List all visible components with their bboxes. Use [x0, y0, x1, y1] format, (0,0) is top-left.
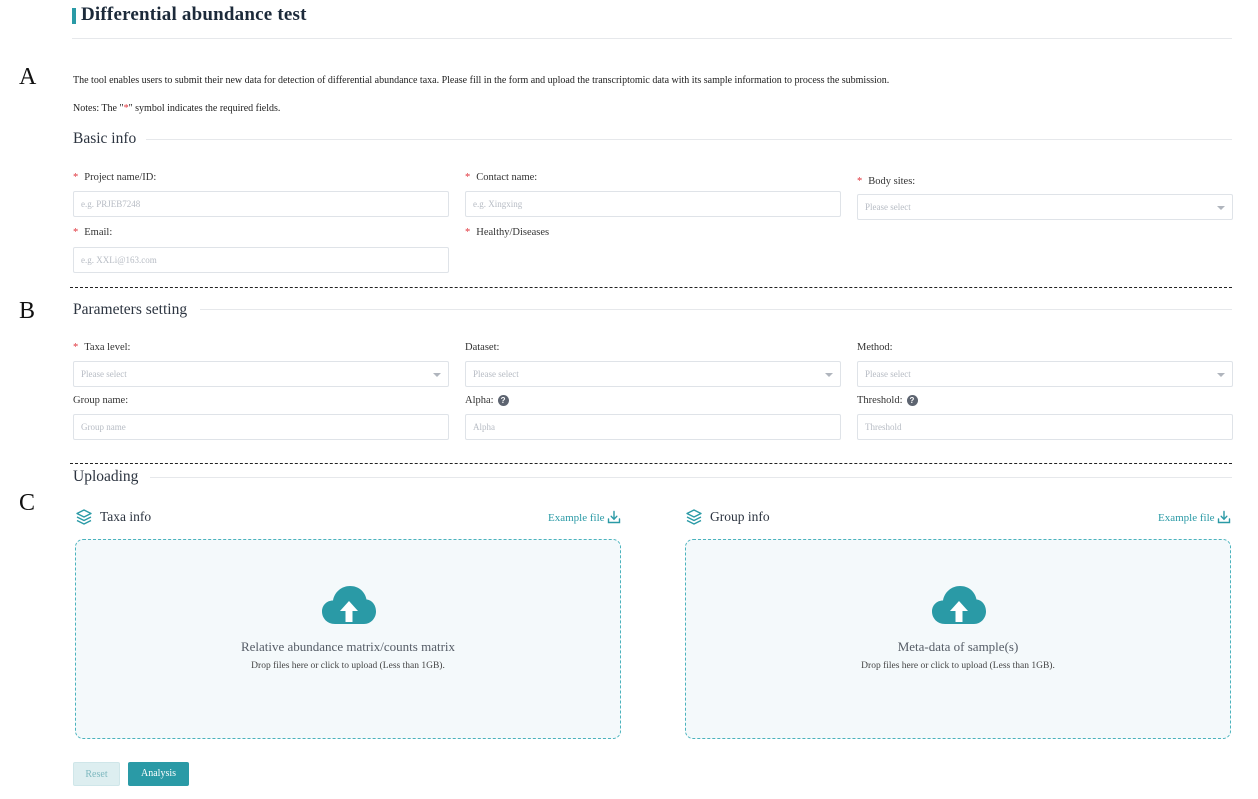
- group-dropzone-title: Meta-data of sample(s): [897, 639, 1019, 654]
- help-icon[interactable]: ?: [906, 395, 918, 406]
- group-example-file-label: Example file: [1158, 512, 1215, 524]
- parameters-heading: Parameters setting: [73, 301, 188, 318]
- page-title: Differential abundance test: [81, 4, 307, 25]
- body-sites-label-text: Body sites:: [868, 176, 916, 187]
- parameters-divider: [200, 309, 1232, 310]
- cloud-upload-icon: [321, 584, 377, 631]
- cloud-upload-icon: [931, 584, 987, 631]
- download-icon: [607, 510, 621, 527]
- uploading-heading: Uploading: [73, 468, 139, 485]
- taxa-level-select[interactable]: Please select: [73, 361, 449, 387]
- alpha-label-text: Alpha:: [465, 395, 494, 406]
- basic-info-heading: Basic info: [73, 130, 137, 147]
- title-divider: [72, 38, 1232, 39]
- contact-name-label: * Contact name:: [465, 172, 537, 183]
- taxa-level-placeholder: Please select: [81, 369, 127, 379]
- project-name-label: * Project name/ID:: [73, 172, 156, 183]
- notes-text: Notes: The "*" symbol indicates the requ…: [73, 103, 280, 114]
- section-marker-a: A: [19, 64, 37, 90]
- method-placeholder: Please select: [865, 369, 911, 379]
- body-sites-label: * Body sites:: [857, 176, 915, 187]
- group-example-file-link[interactable]: Example file: [1158, 510, 1231, 527]
- body-sites-select[interactable]: Please select: [857, 194, 1233, 220]
- intro-text: The tool enables users to submit their n…: [73, 75, 890, 86]
- email-label: * Email:: [73, 227, 112, 238]
- email-input[interactable]: e.g. XXLi@163.com: [73, 247, 449, 273]
- group-name-input[interactable]: Group name: [73, 414, 449, 440]
- required-star: *: [465, 227, 471, 238]
- layers-icon: [685, 508, 703, 531]
- email-label-text: Email:: [84, 227, 113, 238]
- method-select[interactable]: Please select: [857, 361, 1233, 387]
- download-icon: [1217, 510, 1231, 527]
- group-info-dropzone[interactable]: Meta-data of sample(s) Drop files here o…: [685, 539, 1231, 739]
- group-info-title: Group info: [710, 509, 770, 524]
- section-marker-b: B: [19, 298, 36, 324]
- uploading-divider: [150, 477, 1232, 478]
- body-sites-placeholder: Please select: [865, 202, 911, 212]
- help-icon[interactable]: ?: [497, 395, 509, 406]
- dataset-select[interactable]: Please select: [465, 361, 841, 387]
- method-label: Method:: [857, 342, 893, 353]
- taxa-level-label: * Taxa level:: [73, 342, 130, 353]
- threshold-label-text: Threshold:: [857, 395, 903, 406]
- alpha-input[interactable]: Alpha: [465, 414, 841, 440]
- contact-name-input[interactable]: e.g. Xingxing: [465, 191, 841, 217]
- required-star: *: [73, 342, 79, 353]
- notes-suffix: " symbol indicates the required fields.: [128, 103, 281, 114]
- project-name-label-text: Project name/ID:: [84, 172, 157, 183]
- required-star: *: [857, 176, 863, 187]
- healthy-diseases-label: * Healthy/Diseases: [465, 227, 549, 238]
- basic-info-divider: [146, 139, 1232, 140]
- required-star: *: [73, 172, 79, 183]
- required-star: *: [465, 172, 471, 183]
- section-divider-bc: [70, 463, 1232, 464]
- taxa-example-file-link[interactable]: Example file: [548, 510, 621, 527]
- taxa-level-label-text: Taxa level:: [84, 342, 131, 353]
- section-marker-c: C: [19, 490, 36, 516]
- healthy-diseases-label-text: Healthy/Diseases: [476, 227, 550, 238]
- threshold-label: Threshold:?: [857, 395, 918, 406]
- group-name-label: Group name:: [73, 395, 129, 406]
- layers-icon: [75, 508, 93, 531]
- notes-prefix: Notes: The ": [73, 103, 124, 114]
- project-name-input[interactable]: e.g. PRJEB7248: [73, 191, 449, 217]
- title-accent-bar: [72, 8, 76, 24]
- analysis-button[interactable]: Analysis: [128, 762, 189, 786]
- taxa-dropzone-title: Relative abundance matrix/counts matrix: [240, 639, 456, 654]
- threshold-input[interactable]: Threshold: [857, 414, 1233, 440]
- required-star: *: [73, 227, 79, 238]
- group-dropzone-hint: Drop files here or click to upload (Less…: [861, 661, 1055, 671]
- taxa-example-file-label: Example file: [548, 512, 605, 524]
- taxa-info-dropzone[interactable]: Relative abundance matrix/counts matrix …: [75, 539, 621, 739]
- taxa-info-title: Taxa info: [100, 509, 152, 524]
- taxa-dropzone-hint: Drop files here or click to upload (Less…: [251, 661, 445, 671]
- alpha-label: Alpha:?: [465, 395, 509, 406]
- contact-name-label-text: Contact name:: [476, 172, 538, 183]
- dataset-placeholder: Please select: [473, 369, 519, 379]
- section-divider-ab: [70, 287, 1232, 288]
- reset-button[interactable]: Reset: [73, 762, 120, 786]
- dataset-label: Dataset:: [465, 342, 500, 353]
